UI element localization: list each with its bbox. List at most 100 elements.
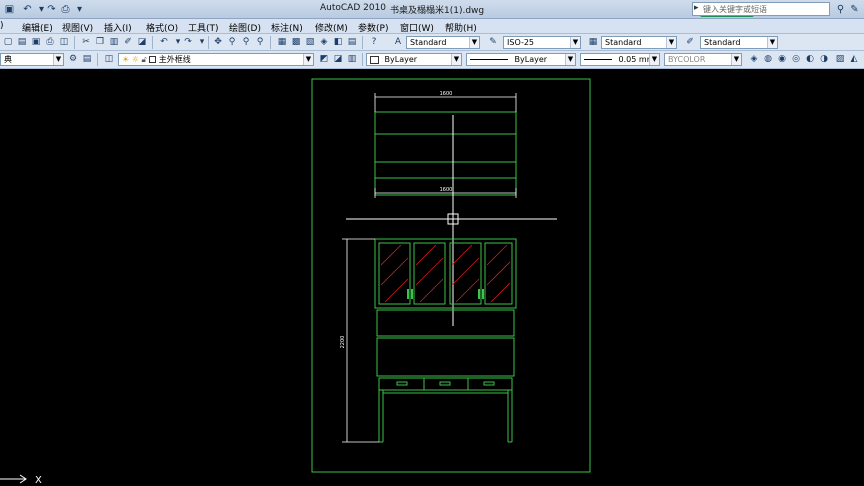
lights-icon[interactable]: ◐ [804,53,816,65]
box-icon[interactable]: ◈ [748,53,760,65]
zoom-realtime-icon[interactable]: ⚲ [226,36,238,48]
menu-window[interactable]: 窗口(W) [400,21,434,34]
pan-icon[interactable]: ✥ [212,36,224,48]
chevron-down-icon[interactable]: ▾ [196,36,208,48]
menu-edit[interactable]: 编辑(E) [22,21,53,34]
file-title: 书桌及榻榻米1(1).dwg [390,6,485,16]
menu-dimension[interactable]: 标注(N) [271,21,303,34]
sheet-set-icon[interactable]: ◈ [318,36,330,48]
cut-icon[interactable]: ✂ [80,36,92,48]
search-icon: ▸ [694,3,699,13]
glass-door [413,242,446,305]
menu-modify[interactable]: 修改(M) [315,21,348,34]
desk-elevation [374,238,517,443]
plot-style-select[interactable]: BYCOLOR ▼ [664,53,742,66]
design-center-icon[interactable]: ▩ [290,36,302,48]
make-current-layer-icon[interactable]: ◩ [318,53,330,65]
match-properties-icon[interactable]: ✐ [122,36,134,48]
properties-icon[interactable]: ▦ [276,36,288,48]
undo-tool-icon[interactable]: ↶ [158,36,170,48]
color-swatch [370,55,379,64]
block-editor-icon[interactable]: ◪ [136,36,148,48]
menu-bar: ) 编辑(E) 视图(V) 插入(I) 格式(O) 工具(T) 绘图(D) 标注… [0,19,864,34]
desk-panel [376,337,515,377]
menu-tools[interactable]: 工具(T) [188,21,219,34]
camera-icon[interactable]: ◑ [818,53,830,65]
help-icon[interactable]: ? [368,36,380,48]
multileader-style-value: Standard [704,38,741,47]
chevron-down-icon: ▼ [666,37,676,48]
menu-file[interactable]: ) [0,21,4,31]
table-style-icon: ▦ [588,37,598,47]
lineweight-select[interactable]: 0.05 mm ▼ [580,53,660,66]
redo-tool-icon[interactable]: ↷ [182,36,194,48]
layer-select[interactable]: ☀ ☼ 🔓︎ 主外框线 ▼ [118,53,314,66]
workspace-select[interactable]: 典 ▼ [0,53,64,66]
preview-icon[interactable]: ◫ [58,36,70,48]
door-handle [482,289,484,299]
layer-manager-icon[interactable]: ◫ [103,53,115,65]
quick-access-menu-icon[interactable]: ▾ [72,2,87,17]
linetype-value: ByLayer [514,55,548,64]
markup-icon[interactable]: ◧ [332,36,344,48]
color-value: ByLayer [384,55,418,64]
new-icon[interactable]: ▢ [2,36,14,48]
redo-icon[interactable]: ↷ [44,2,59,17]
quickcalc-icon[interactable]: ▤ [346,36,358,48]
globe-icon[interactable]: ◍ [762,53,774,65]
multileader-style-select[interactable]: Standard ▼ [700,36,778,49]
save-file-icon[interactable]: ▣ [30,36,42,48]
binoculars-icon[interactable]: ⚲ [834,2,847,16]
copy-icon[interactable]: ❐ [94,36,106,48]
render-icon[interactable]: ◉ [776,53,788,65]
layer-states-icon[interactable]: ▥ [346,53,358,65]
door-handle [411,289,413,299]
dim-side-label: 2200 [340,336,346,349]
table-style-select[interactable]: Standard ▼ [601,36,677,49]
menu-format[interactable]: 格式(O) [146,21,178,34]
text-style-select[interactable]: Standard ▼ [406,36,480,49]
standard-toolbar: ▢ ▤ ▣ ⎙ ◫ ✂ ❐ ▥ ✐ ◪ ↶ ▾ ↷ ▾ ✥ ⚲ ⚲ ⚲ ▦ ▩ … [0,34,864,51]
dimension-side: 2200 [340,238,379,443]
desk-plan [374,111,517,196]
tool-palettes-icon[interactable]: ▧ [304,36,316,48]
glass-door [378,242,411,305]
menu-insert[interactable]: 插入(I) [104,21,132,34]
print-icon[interactable]: ⎙ [58,2,73,17]
save-icon[interactable]: ▣ [2,2,17,17]
chevron-down-icon: ▼ [53,54,63,65]
zoom-window-icon[interactable]: ⚲ [240,36,252,48]
undo-icon[interactable]: ↶ [20,2,35,17]
drawing-canvas[interactable]: 1600 1600 2200 X [0,70,864,486]
workspace-settings-icon[interactable]: ▤ [81,53,93,65]
plot-icon[interactable]: ⎙ [44,36,56,48]
menu-help[interactable]: 帮助(H) [445,21,477,34]
gear-icon[interactable]: ⚙ [67,53,79,65]
drawer-handle [439,381,451,386]
separator [152,36,153,49]
wrench-icon[interactable]: ✎ [848,2,861,16]
separator [74,36,75,49]
materials-icon[interactable]: ◎ [790,53,802,65]
search-input[interactable]: ▸ 键入关键字或短语 [692,2,830,16]
layer-previous-icon[interactable]: ◪ [332,53,344,65]
desk-outline [374,111,517,196]
menu-parametric[interactable]: 参数(P) [358,21,388,34]
glass-door [449,242,482,305]
chevron-down-icon: ▼ [767,37,777,48]
chevron-down-icon: ▼ [570,37,580,48]
menu-view[interactable]: 视图(V) [62,21,93,34]
separator [208,36,209,49]
zoom-previous-icon[interactable]: ⚲ [254,36,266,48]
dim-style-value: ISO-25 [507,38,535,47]
color-select[interactable]: ByLayer ▼ [366,53,462,66]
dim-style-select[interactable]: ISO-25 ▼ [503,36,581,49]
cube-icon[interactable]: ▨ [834,53,846,65]
title-bar: ▣ ↶ ▾ ↷ ⎙ ▾ AutoCAD 2010 书桌及榻榻米1(1).dwg … [0,0,864,19]
open-icon[interactable]: ▤ [16,36,28,48]
linetype-select[interactable]: ByLayer ▼ [466,53,576,66]
menu-draw[interactable]: 绘图(D) [229,21,261,34]
paste-icon[interactable]: ▥ [108,36,120,48]
table-style-value: Standard [605,38,642,47]
navigate-icon[interactable]: ◭ [848,53,860,65]
